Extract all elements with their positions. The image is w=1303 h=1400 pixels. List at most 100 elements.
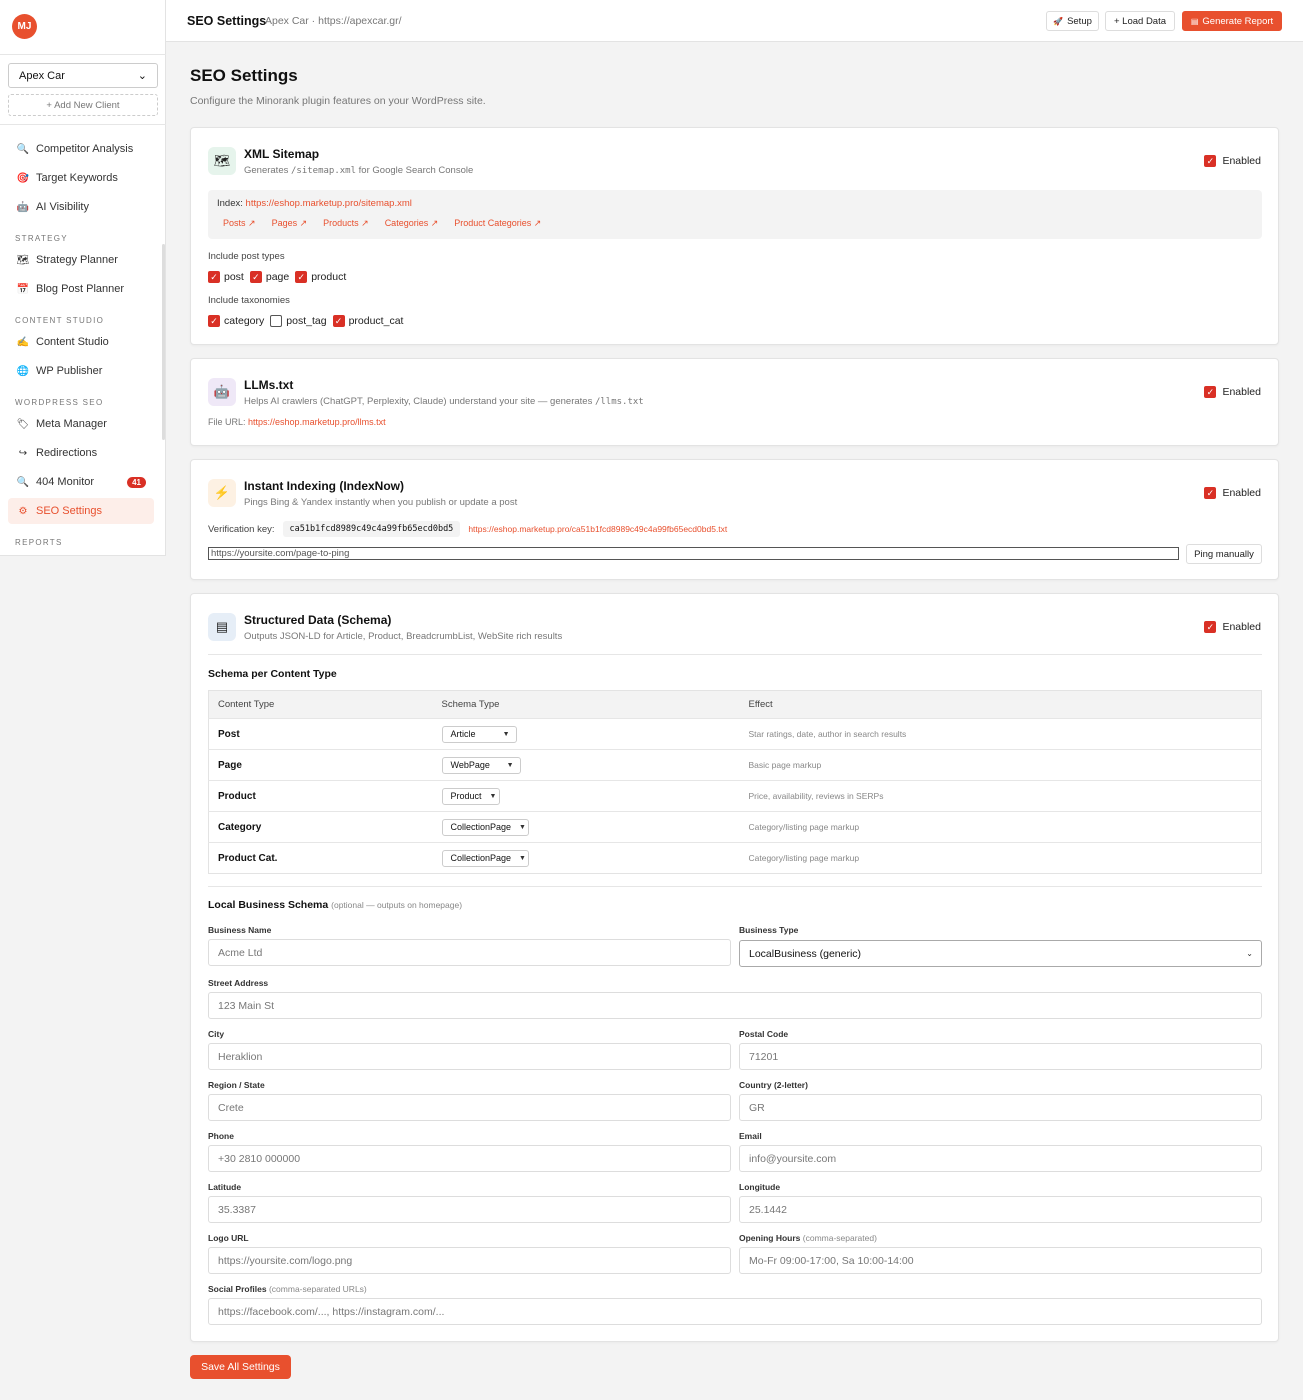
sitemap-link-product-categories[interactable]: Product Categories ↗ [454,218,541,229]
nav-blog-post-planner[interactable]: 📅 Blog Post Planner [8,276,154,302]
country-input[interactable]: GR [739,1094,1262,1121]
magnifier-icon: 🔍 [16,476,30,488]
latitude-input[interactable]: 35.3387 [208,1196,731,1223]
nav-redirections[interactable]: ↪ Redirections [8,440,154,466]
card-title: XML Sitemap [244,147,320,161]
nav-ai-visibility[interactable]: 🤖 AI Visibility [8,194,154,220]
label-text: Opening Hours [739,1233,801,1243]
sidebar-scrollbar[interactable] [162,244,165,440]
content-type-cell: Page [208,749,433,781]
nav-content-studio[interactable]: ✍ Content Studio [8,329,154,355]
schema-type-select[interactable]: CollectionPage ▼ [441,849,529,867]
card-description: Pings Bing & Yandex instantly when you p… [244,497,518,508]
enabled-toggle[interactable]: ✓ Enabled [1204,487,1261,499]
checkbox-label: product_cat [348,315,404,327]
local-business-label: Local Business Schema [208,899,329,911]
schema-type-cell: CollectionPage ▼ [432,842,740,874]
desc-text: for Google Search Console [356,165,474,176]
sitemap-index-link[interactable]: https://eshop.marketup.pro/sitemap.xml [246,198,412,209]
post-type-product[interactable]: ✓ product [295,271,346,283]
llms-file-link[interactable]: https://eshop.marketup.pro/llms.txt [248,417,386,427]
column-header: Effect [739,690,1262,719]
nav-label: WP Publisher [36,365,103,377]
sitemap-link-products[interactable]: Products ↗ [323,218,369,229]
opening-hours-input[interactable]: Mo-Fr 09:00-17:00, Sa 10:00-14:00 [739,1247,1262,1274]
chevron-down-icon: ▼ [502,730,510,738]
checkbox-checked-icon: ✓ [208,315,220,327]
schema-table: Content Type Schema Type Effect Post Art… [208,690,1262,874]
sitemap-link-pages[interactable]: Pages ↗ [272,218,308,229]
sitemap-link-posts[interactable]: Posts ↗ [223,218,256,229]
post-type-page[interactable]: ✓ page [249,271,289,283]
nav-label: Content Studio [36,336,109,348]
phone-input[interactable]: +30 2810 000000 [208,1145,731,1172]
robot-icon: 🤖 [208,378,236,406]
ping-url-input[interactable]: https://yoursite.com/page-to-ping [208,547,1179,560]
schema-type-select[interactable]: CollectionPage ▼ [441,818,529,836]
country-label: Country (2-letter) [739,1080,808,1090]
verification-key-row: Verification key: ca51b1fcd8989c49c4a99f… [208,521,727,537]
enabled-toggle[interactable]: ✓ Enabled [1204,621,1261,633]
select-value: CollectionPage [450,853,512,863]
business-type-select[interactable]: LocalBusiness (generic) ⌄ [739,940,1262,967]
taxonomy-post-tag[interactable]: post_tag [270,315,327,327]
taxonomy-category[interactable]: ✓ category [208,315,264,327]
schema-type-select[interactable]: WebPage ▼ [441,756,521,774]
load-data-button[interactable]: + Load Data [1105,11,1175,31]
nav-strategy-planner[interactable]: 🗺 Strategy Planner [8,247,154,273]
select-value: Product [450,791,482,801]
select-value: WebPage [450,760,490,770]
region-input[interactable]: Crete [208,1094,731,1121]
schema-type-cell: WebPage ▼ [432,749,740,781]
nav-target-keywords[interactable]: 🎯 Target Keywords [8,165,154,191]
postal-code-input[interactable]: 71201 [739,1043,1262,1070]
nav-meta-manager[interactable]: 🏷 Meta Manager [8,411,154,437]
generate-report-button[interactable]: ▤ Generate Report [1182,11,1282,31]
effect-cell: Price, availability, reviews in SERPs [739,780,1262,812]
verification-key-label: Verification key: [208,523,275,535]
nav-404-monitor[interactable]: 🔍 404 Monitor 41 [8,469,154,495]
email-label: Email [739,1131,762,1141]
verification-key-link[interactable]: https://eshop.marketup.pro/ca51b1fcd8989… [468,524,727,534]
street-address-label: Street Address [208,978,269,988]
checkbox-label: category [224,315,265,327]
longitude-input[interactable]: 25.1442 [739,1196,1262,1223]
report-icon: ▤ [1190,16,1199,26]
save-all-settings-button[interactable]: Save All Settings [190,1355,291,1379]
street-address-input[interactable]: 123 Main St [208,992,1262,1019]
taxonomy-product-cat[interactable]: ✓ product_cat [332,315,404,327]
top-bar-subtitle: Apex Car · https://apexcar.gr/ [265,15,402,27]
business-type-label: Business Type [739,925,799,935]
business-name-input[interactable]: Acme Ltd [208,939,731,966]
email-input[interactable]: info@yoursite.com [739,1145,1262,1172]
latitude-label: Latitude [208,1182,242,1192]
add-client-button[interactable]: + Add New Client [8,94,158,116]
enabled-toggle[interactable]: ✓ Enabled [1204,155,1261,167]
label-note: (comma-separated URLs) [268,1284,367,1294]
nav-section-reports: REPORTS [15,538,63,547]
nav-label: Redirections [36,447,98,459]
sitemap-links-box: Index: https://eshop.marketup.pro/sitema… [208,190,1262,239]
enabled-toggle[interactable]: ✓ Enabled [1204,386,1261,398]
taxonomies-label: Include taxonomies [208,295,290,306]
app-logo[interactable]: MJ [12,14,37,39]
opening-hours-label: Opening Hours (comma-separated) [739,1233,877,1243]
nav-seo-settings[interactable]: ⚙ SEO Settings [8,498,154,524]
target-icon: 🎯 [16,172,30,184]
ping-manually-button[interactable]: Ping manually [1186,544,1262,564]
sitemap-link-categories[interactable]: Categories ↗ [385,218,439,229]
city-input[interactable]: Heraklion [208,1043,731,1070]
social-profiles-input[interactable]: https://facebook.com/..., https://instag… [208,1298,1262,1325]
pen-icon: ✍ [16,336,30,348]
checkbox-checked-icon: ✓ [249,271,262,283]
nav-competitor-analysis[interactable]: 🔍 Competitor Analysis [8,136,154,162]
schema-type-select[interactable]: Product ▼ [441,787,500,805]
client-select[interactable]: Apex Car ⌄ [8,63,158,88]
logo-url-input[interactable]: https://yoursite.com/logo.png [208,1247,731,1274]
setup-button[interactable]: 🚀 Setup [1046,11,1099,31]
nav-wp-publisher[interactable]: 🌐 WP Publisher [8,358,154,384]
schema-type-select[interactable]: Article ▼ [441,725,517,743]
redirect-icon: ↪ [18,447,28,459]
post-type-post[interactable]: ✓ post [208,271,244,283]
verification-key: ca51b1fcd8989c49c4a99fb65ecd0bd5 [282,521,461,537]
